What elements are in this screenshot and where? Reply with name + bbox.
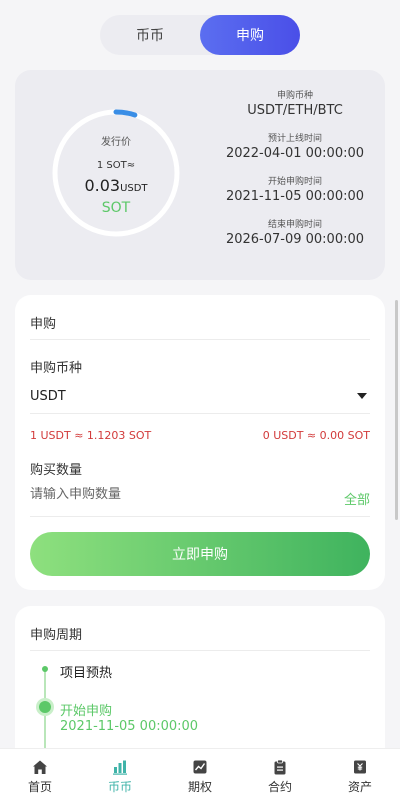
all-button[interactable]: 全部 [344, 489, 370, 508]
tab-spot[interactable]: 币币 [100, 15, 200, 55]
currency-types-label: 申购币种 [276, 91, 313, 101]
exchange-rate-total: 0 USDT ≈ 0.00 SOT [262, 429, 370, 442]
issue-price-label: 发行价 [101, 137, 131, 148]
issue-coin: SOT [101, 200, 131, 216]
issue-details: 申购币种 USDT/ETH/BTC 预计上线时间 2022-04-01 00:0… [195, 88, 395, 260]
nav-label-assets: 资产 [347, 780, 372, 794]
price-number: 0.03 [84, 176, 121, 195]
nav-label-contract: 合约 [267, 780, 292, 794]
divider [30, 339, 370, 340]
timeline-dot-active-icon [39, 701, 51, 713]
nav-item-spot[interactable]: 币币 [80, 749, 160, 800]
end-time-label: 结束申购时间 [267, 220, 322, 230]
divider [30, 650, 370, 651]
nav-item-assets[interactable]: 资产 [320, 749, 400, 800]
timeline-dot-icon [42, 666, 48, 672]
divider [30, 413, 370, 414]
nav-label-home: 首页 [27, 780, 52, 794]
issue-price-value: 0.03USDT [51, 176, 181, 195]
page-scrollbar[interactable] [395, 300, 398, 520]
nav-label-options: 期权 [187, 780, 212, 794]
tab-subscribe[interactable]: 申购 [200, 15, 300, 55]
start-time-value: 2021-11-05 00:00:00 [225, 189, 365, 204]
currency-label: 申购币种 [30, 361, 83, 376]
nav-item-options[interactable]: 期权 [160, 749, 240, 800]
price-unit: USDT [120, 183, 148, 194]
start-time-label: 开始申购时间 [267, 177, 322, 187]
clipboard-icon [274, 759, 286, 775]
home-icon [33, 760, 47, 774]
timeline-step-start: 开始申购 [60, 704, 113, 719]
quantity-label: 购买数量 [30, 463, 83, 478]
nav-item-home[interactable]: 首页 [0, 749, 80, 800]
issue-rate-line: 1 SOT≈ [96, 160, 136, 171]
subscribe-card: 申购 申购币种 USDT 1 USDT ≈ 1.1203 SOT 0 USDT … [15, 295, 385, 590]
mode-tabs: 币币 申购 [100, 15, 300, 55]
currency-select-value[interactable]: USDT [30, 389, 66, 404]
listing-time-label: 预计上线时间 [267, 134, 322, 144]
exchange-rate-unit: 1 USDT ≈ 1.1203 SOT [30, 429, 152, 442]
subscribe-now-button[interactable]: 立即申购 [30, 532, 370, 576]
currency-types-value: USDT/ETH/BTC [247, 103, 343, 118]
bar-chart-icon [113, 760, 127, 775]
subscribe-title: 申购 [30, 317, 57, 332]
period-title: 申购周期 [30, 628, 83, 643]
divider [30, 516, 370, 517]
trend-chart-icon [193, 760, 207, 774]
wallet-icon [354, 760, 366, 774]
nav-label-spot: 币币 [107, 780, 132, 794]
issue-progress-ring: 发行价 1 SOT≈ 0.03USDT SOT [51, 108, 181, 238]
quantity-input[interactable] [30, 487, 320, 502]
subscription-page: 币币 申购 发行价 1 SOT≈ 0.03USDT SOT 申购币种 USDT/… [0, 0, 400, 800]
dropdown-caret-icon[interactable] [357, 393, 367, 399]
timeline-step-start-time: 2021-11-05 00:00:00 [60, 719, 199, 734]
timeline-step-warmup: 项目预热 [60, 666, 113, 681]
end-time-value: 2026-07-09 00:00:00 [225, 232, 365, 247]
bottom-nav: 首页 币币 期权 合约 资产 [0, 748, 400, 800]
issue-info-card: 发行价 1 SOT≈ 0.03USDT SOT 申购币种 USDT/ETH/BT… [15, 70, 385, 280]
listing-time-value: 2022-04-01 00:00:00 [225, 146, 365, 161]
nav-item-contract[interactable]: 合约 [240, 749, 320, 800]
